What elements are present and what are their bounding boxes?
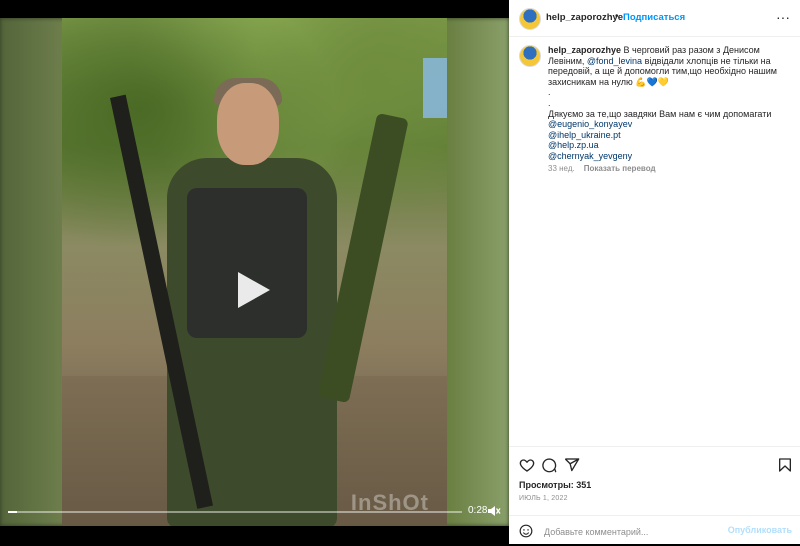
views-count: Просмотры: 351 (519, 480, 591, 490)
soldier-head (217, 83, 279, 165)
caption-dot: . (548, 87, 551, 98)
views-label: Просмотры: (519, 480, 574, 490)
play-icon (238, 272, 270, 308)
comment-input[interactable] (542, 523, 726, 541)
play-button[interactable] (230, 268, 274, 312)
comment-composer: Опубликовать (509, 515, 800, 546)
video-bottom-bar (0, 526, 509, 544)
caption-paragraph: help_zaporozhye В черговий раз разом з Д… (548, 45, 788, 87)
header-username[interactable]: help_zaporozhye (546, 12, 623, 23)
mention-link[interactable]: @eugenio_konyayev (548, 119, 788, 130)
caption-avatar[interactable] (519, 45, 541, 67)
mention-link[interactable]: @fond_levina (587, 56, 642, 66)
post-age[interactable]: 33 нед. (548, 164, 575, 173)
mention-link[interactable]: @chernyak_yevgeny (548, 151, 788, 162)
soldier-vest (187, 188, 307, 338)
emoji-icon[interactable] (519, 524, 533, 538)
video-top-bar (0, 0, 509, 18)
caption-meta: 33 нед. Показать перевод (548, 164, 665, 173)
video-time: 0:28 (468, 505, 488, 516)
video-progress-fill (8, 511, 18, 513)
like-heart-icon[interactable] (519, 457, 535, 473)
caption-username[interactable]: help_zaporozhye (548, 45, 621, 55)
video-player[interactable]: InShOt (0, 18, 509, 526)
caption-thanks: Дякуємо за те,що завдяки Вам нам є чим д… (548, 108, 772, 119)
translate-link[interactable]: Показать перевод (584, 164, 656, 173)
bookmark-icon[interactable] (777, 457, 793, 473)
share-icon[interactable] (564, 457, 580, 473)
mention-link[interactable]: @ihelp_ukraine.pt (548, 130, 788, 141)
mute-icon[interactable] (487, 504, 501, 518)
caption-dot: . (548, 97, 551, 108)
mention-link[interactable]: @help.zp.ua (548, 140, 788, 151)
avatar[interactable] (519, 8, 541, 30)
more-options-icon[interactable]: ··· (776, 9, 790, 25)
follow-button[interactable]: Подписаться (623, 12, 685, 23)
publish-button[interactable]: Опубликовать (728, 525, 792, 535)
post-date: ИЮЛЬ 1, 2022 (519, 495, 568, 502)
post-header: help_zaporozhye • Подписаться ··· (509, 0, 800, 37)
post-sidebar: help_zaporozhye • Подписаться ··· help_z… (509, 0, 800, 544)
header-separator: • (615, 11, 619, 22)
video-sky (423, 58, 447, 118)
comment-icon[interactable] (541, 457, 557, 473)
post-caption: help_zaporozhye В черговий раз разом з Д… (548, 45, 788, 162)
video-progress-bar[interactable] (8, 511, 462, 513)
post-actions: Просмотры: 351 ИЮЛЬ 1, 2022 Опубликовать (509, 446, 800, 545)
views-number: 351 (576, 480, 592, 490)
